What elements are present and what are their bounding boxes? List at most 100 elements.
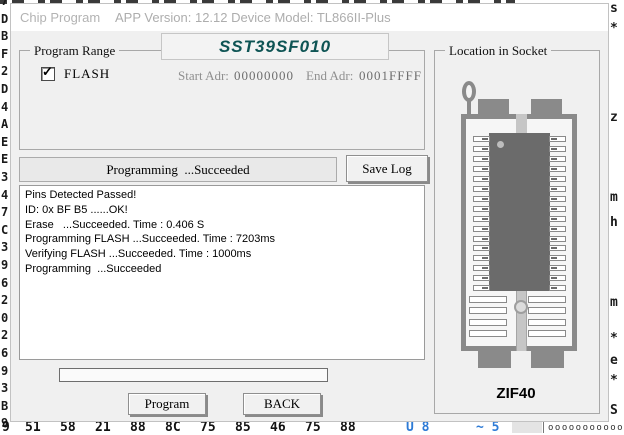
start-adr-label: Start Adr:	[178, 68, 229, 84]
progress-bar	[59, 368, 328, 382]
pin-contact	[482, 247, 488, 249]
bg-hex-char: 7	[1, 0, 8, 7]
socket-pin	[549, 236, 566, 242]
bg-hex-char: 3	[1, 241, 8, 253]
pin-contact	[551, 228, 557, 230]
socket-pin	[549, 146, 566, 152]
socket-empty-slot	[528, 296, 566, 303]
socket-bottom-left-tab	[478, 351, 511, 368]
socket-pin	[549, 136, 566, 142]
bg-ascii-char: m	[610, 192, 618, 204]
background-dots-row: ooooooooooo	[548, 423, 624, 433]
pin-contact	[482, 218, 488, 220]
pin-contact	[551, 277, 557, 279]
pin-contact	[482, 188, 488, 190]
program-range-group: Program Range	[19, 50, 425, 150]
bg-ascii-char: m	[610, 297, 618, 309]
flash-checkbox[interactable]: ✓	[41, 67, 55, 81]
bg-hex-char: 4	[1, 189, 8, 201]
socket-pin	[549, 176, 566, 182]
chip-pin1-dot	[497, 141, 504, 148]
pin-contact	[482, 198, 488, 200]
save-log-button[interactable]: Save Log	[346, 155, 428, 182]
bg-ascii-char: *	[610, 23, 618, 35]
chip-name-panel: SST39SF010	[161, 33, 389, 60]
log-output[interactable]: Pins Detected Passed!ID: 0x BF B5 ......…	[19, 185, 425, 360]
socket-pin	[473, 236, 490, 242]
pin-contact	[551, 208, 557, 210]
socket-pin	[473, 226, 490, 232]
socket-pin	[549, 196, 566, 202]
pin-contact	[551, 198, 557, 200]
bg-hex-char: 7	[1, 206, 8, 218]
bg-ascii-char: e	[610, 355, 618, 367]
bg-hex-char: 9	[1, 365, 8, 377]
pin-contact	[551, 168, 557, 170]
socket-top-right-tab	[531, 99, 562, 115]
log-line: Erase ...Succeeded. Time : 0.406 S	[25, 218, 424, 233]
status-panel: Programming ...Succeeded	[19, 157, 337, 182]
pin-contact	[551, 267, 557, 269]
bg-ascii-char: z	[610, 112, 618, 124]
start-adr-value: 00000000	[234, 68, 294, 84]
socket-pin	[473, 176, 490, 182]
pin-contact	[551, 188, 557, 190]
bg-hex-char: D	[1, 13, 8, 25]
bg-hex-char: 3	[1, 171, 8, 183]
flash-checkbox-row: ✓ FLASH	[41, 66, 110, 82]
socket-pin	[473, 136, 490, 142]
bg-ascii-char: *	[610, 375, 618, 387]
pin-contact	[482, 257, 488, 259]
socket-pin	[549, 206, 566, 212]
socket-pin	[473, 216, 490, 222]
pin-contact	[482, 158, 488, 160]
pin-contact	[551, 218, 557, 220]
program-button[interactable]: Program	[128, 393, 206, 415]
bg-ascii-char: s	[610, 3, 618, 15]
bg-hex-char: 2	[1, 294, 8, 306]
socket-empty-slot	[528, 319, 566, 326]
socket-pin	[549, 285, 566, 291]
bg-hex-char: 6	[1, 347, 8, 359]
bg-hex-char: E	[1, 153, 8, 165]
back-button[interactable]: BACK	[243, 393, 321, 415]
bg-hex-char: B	[1, 400, 8, 412]
program-range-label: Program Range	[30, 43, 119, 59]
socket-top-left-tab	[478, 99, 509, 115]
socket-pin	[473, 206, 490, 212]
socket-empty-slot	[469, 296, 507, 303]
socket-pin	[549, 166, 566, 172]
pin-contact	[551, 257, 557, 259]
log-line: Programming FLASH ...Succeeded. Time : 7…	[25, 232, 424, 247]
pin-contact	[482, 238, 488, 240]
socket-pin	[549, 265, 566, 271]
end-adr-value: 0001FFFF	[359, 68, 422, 84]
socket-pin	[473, 166, 490, 172]
bg-hex-char: 6	[1, 277, 8, 289]
socket-pin	[473, 196, 490, 202]
socket-pin	[549, 186, 566, 192]
socket-pin	[549, 275, 566, 281]
socket-pin	[473, 245, 490, 251]
pin-contact	[551, 178, 557, 180]
log-line: Programming ...Succeeded	[25, 262, 424, 277]
socket-pin	[473, 186, 490, 192]
socket-empty-slot	[469, 319, 507, 326]
socket-pin	[549, 245, 566, 251]
socket-pin	[473, 285, 490, 291]
bg-hex-char: B	[1, 30, 8, 42]
socket-center-knob	[514, 300, 528, 314]
bg-ascii-char: S	[610, 405, 618, 417]
socket-pin	[473, 156, 490, 162]
socket-name: ZIF40	[434, 385, 598, 402]
location-in-socket-label: Location in Socket	[445, 43, 551, 59]
window-title: Chip Program	[20, 10, 100, 25]
socket-pin	[549, 216, 566, 222]
pin-contact	[482, 178, 488, 180]
pin-contact	[482, 148, 488, 150]
pin-contact	[482, 168, 488, 170]
pin-contact	[551, 148, 557, 150]
socket-empty-slot	[528, 307, 566, 314]
socket-empty-slot	[469, 330, 507, 337]
bg-hex-char: E	[1, 136, 8, 148]
